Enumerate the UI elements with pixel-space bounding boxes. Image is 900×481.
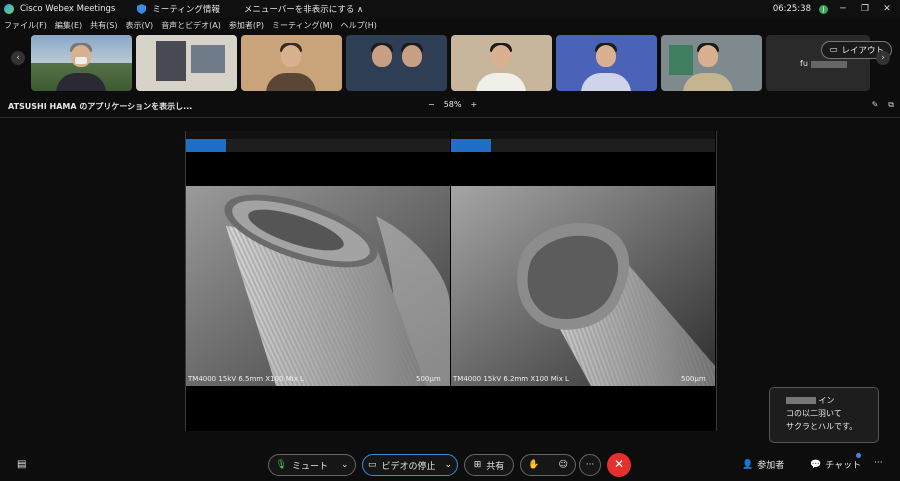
- scale-label: 500μm: [681, 375, 706, 383]
- restore-icon[interactable]: ❐: [858, 4, 872, 14]
- share-info-bar: ATSUSHI HAMA のアプリケーションを表示し... − 58% + ✎ …: [0, 98, 900, 114]
- chat-icon: 💬: [810, 459, 822, 470]
- share-title: ATSUSHI HAMA のアプリケーションを表示し...: [8, 102, 193, 111]
- viewer-edit-button: [451, 139, 491, 152]
- sem-caption: TM4000 15kV 6.5mm X100 Mix L: [188, 375, 304, 383]
- menu-audio-video[interactable]: 音声とビデオ(A): [161, 20, 221, 31]
- microphone-icon: 🎙: [275, 460, 287, 470]
- scale-label: 500μm: [416, 375, 441, 383]
- video-tile[interactable]: [346, 35, 447, 91]
- raise-hand-reactions-group: ✋ ☺: [520, 454, 576, 476]
- chevron-down-icon[interactable]: ⌄: [444, 460, 452, 470]
- viewer-edit-button: [186, 139, 226, 152]
- sem-image-left: [186, 186, 450, 386]
- sem-viewer-left: TM4000 15kV 6.5mm X100 Mix L 500μm: [186, 131, 450, 431]
- strip-next-button[interactable]: ›: [876, 51, 890, 65]
- sem-viewer-right: TM4000 15kV 6.2mm X100 Mix L 500μm: [451, 131, 715, 431]
- sem-image-right: [451, 186, 715, 386]
- end-call-button[interactable]: ✕: [607, 453, 631, 477]
- video-tile[interactable]: [241, 35, 342, 91]
- video-tile[interactable]: [556, 35, 657, 91]
- mute-button[interactable]: 🎙 ミュート ⌄: [268, 454, 356, 476]
- app-name: Cisco Webex Meetings: [20, 4, 116, 14]
- share-button[interactable]: ⊞ 共有: [464, 454, 514, 476]
- raise-hand-icon[interactable]: ✋: [528, 460, 539, 470]
- video-tile[interactable]: [136, 35, 237, 91]
- close-icon[interactable]: ✕: [880, 4, 894, 14]
- zoom-control: − 58% +: [428, 100, 477, 109]
- zoom-in-button[interactable]: +: [470, 100, 477, 109]
- popout-icon[interactable]: ⧉: [888, 100, 894, 110]
- chevron-down-icon[interactable]: ⌄: [341, 460, 349, 470]
- menu-view[interactable]: 表示(V): [125, 20, 153, 31]
- video-tile[interactable]: [661, 35, 762, 91]
- participants-button[interactable]: 👤 参加者: [742, 458, 784, 472]
- more-options-button[interactable]: ···: [579, 454, 601, 476]
- shield-icon: [137, 4, 147, 14]
- video-strip: ‹ fu ▭ レイアウト ›: [0, 33, 900, 91]
- zoom-level: 58%: [443, 100, 462, 109]
- webex-logo-icon: [4, 4, 14, 14]
- chat-notification[interactable]: イン コの以二羽いて サクラとハルです。: [769, 387, 879, 443]
- tile-name: fu: [800, 59, 808, 68]
- hide-menubar-button[interactable]: メニューバーを非表示にする ∧: [244, 3, 363, 15]
- shared-content: TM4000 15kV 6.5mm X100 Mix L 500μm TM400…: [185, 131, 717, 431]
- captions-icon[interactable]: ▤: [17, 459, 26, 470]
- control-bar: ▤ 🎙 ミュート ⌄ ▭ ビデオの停止 ⌄ ⊞ 共有 ✋ ☺ ··· ✕ 👤 参…: [0, 450, 900, 481]
- clock: 06:25:38: [772, 4, 811, 14]
- title-bar: Cisco Webex Meetings ミーティング情報 メニューバーを非表示…: [0, 0, 900, 18]
- video-tile[interactable]: [31, 35, 132, 91]
- chat-button[interactable]: 💬 チャット: [810, 458, 861, 472]
- stop-video-button[interactable]: ▭ ビデオの停止 ⌄: [362, 454, 458, 476]
- share-icon: ⊞: [473, 460, 482, 470]
- minimize-icon[interactable]: ─: [836, 4, 850, 14]
- zoom-out-button[interactable]: −: [428, 100, 435, 109]
- reactions-icon[interactable]: ☺: [559, 460, 568, 470]
- user-avatar[interactable]: J: [819, 4, 828, 14]
- participants-icon: 👤: [742, 459, 754, 470]
- annotate-icon[interactable]: ✎: [872, 100, 879, 110]
- menu-edit[interactable]: 編集(E): [55, 20, 82, 31]
- redacted-text: [786, 397, 816, 404]
- sem-caption: TM4000 15kV 6.2mm X100 Mix L: [453, 375, 569, 383]
- menu-share[interactable]: 共有(S): [90, 20, 117, 31]
- menu-bar: ファイル(F) 編集(E) 共有(S) 表示(V) 音声とビデオ(A) 参加者(…: [0, 18, 900, 33]
- viewer-titlebar: [451, 131, 715, 139]
- menu-file[interactable]: ファイル(F): [4, 20, 47, 31]
- unread-indicator: [856, 453, 861, 458]
- camera-icon: ▭: [367, 460, 377, 470]
- menu-help[interactable]: ヘルプ(H): [341, 20, 377, 31]
- video-tile[interactable]: [451, 35, 552, 91]
- strip-prev-button[interactable]: ‹: [11, 51, 25, 65]
- menu-participants[interactable]: 参加者(P): [229, 20, 264, 31]
- viewer-titlebar: [186, 131, 450, 139]
- overflow-menu-button[interactable]: ···: [874, 458, 883, 468]
- menu-meeting[interactable]: ミーティング(M): [272, 20, 333, 31]
- meeting-info-button[interactable]: ミーティング情報: [152, 3, 220, 15]
- divider: [0, 117, 900, 118]
- layout-icon: ▭: [829, 45, 838, 55]
